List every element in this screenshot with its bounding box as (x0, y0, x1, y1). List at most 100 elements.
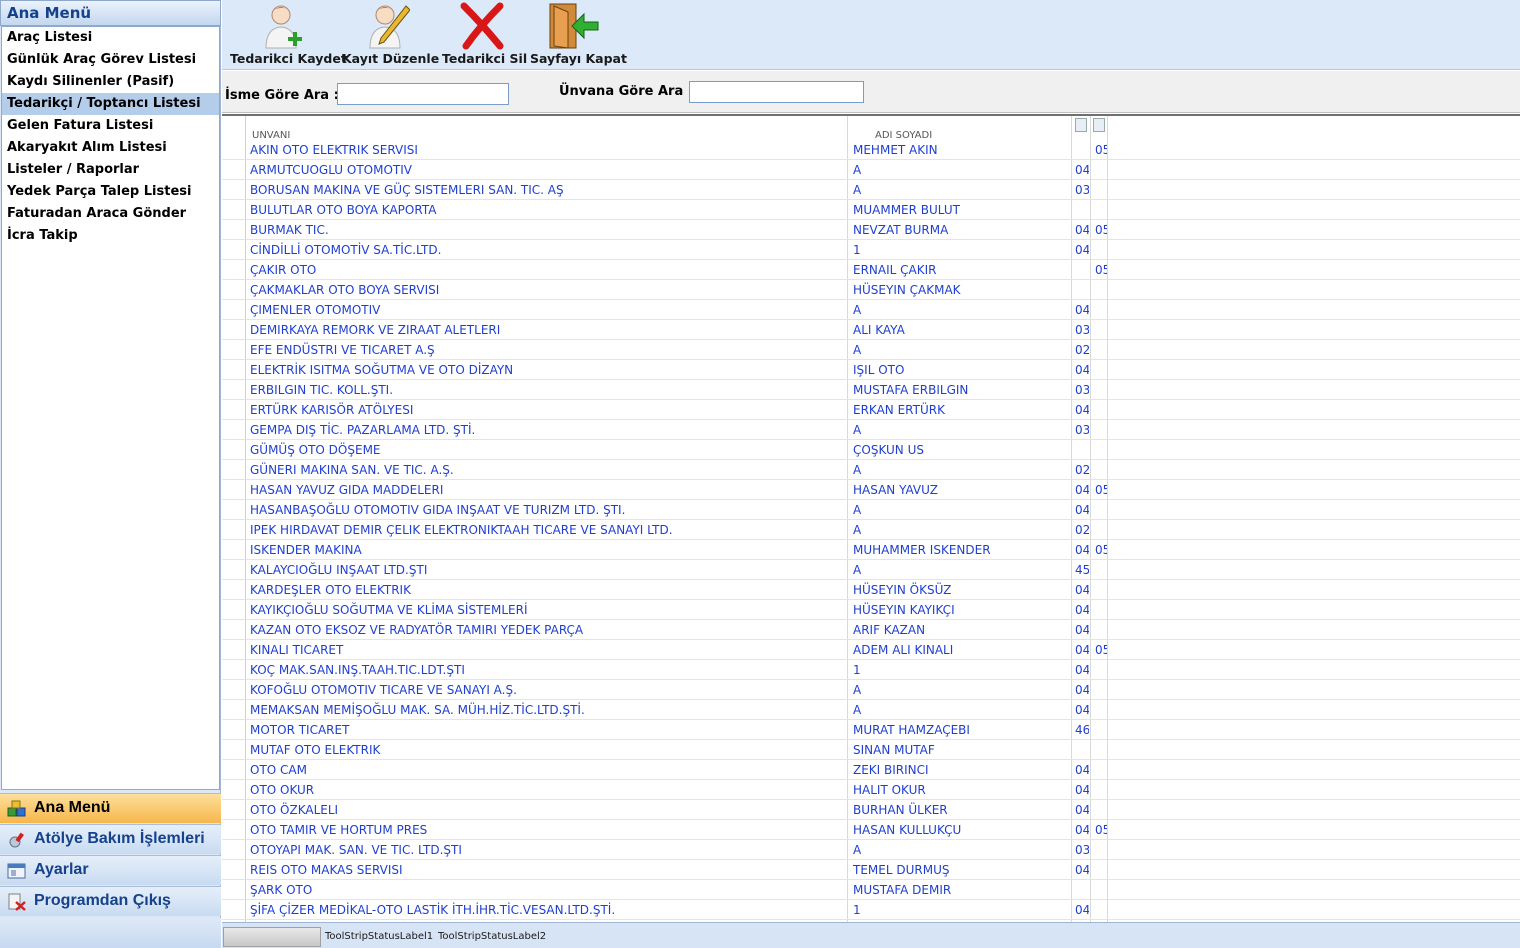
cell-adi-soyadi[interactable]: ERKAN ERTÜRK (853, 400, 1070, 420)
cell-unvani[interactable]: OTO ÖZKALELI (250, 800, 845, 820)
cell-phone-1[interactable] (1075, 280, 1089, 300)
table-row[interactable]: REIS OTO MAKAS SERVISI TEMEL DURMUŞ 04 (222, 860, 1520, 880)
cell-phone-2[interactable] (1095, 500, 1107, 520)
cell-unvani[interactable]: BURMAK TIC. (250, 220, 845, 240)
cell-phone-2[interactable] (1095, 180, 1107, 200)
cell-unvani[interactable]: IPEK HIRDAVAT DEMIR ÇELIK ELEKTRONIKTAAH… (250, 520, 845, 540)
cell-unvani[interactable]: OTO OKUR (250, 780, 845, 800)
cell-phone-2[interactable] (1095, 360, 1107, 380)
menu-item-tedarikci-listesi[interactable]: Tedarikçi / Toptancı Listesi (2, 93, 219, 115)
cell-adi-soyadi[interactable]: ERNAIL ÇAKIR (853, 260, 1070, 280)
cell-adi-soyadi[interactable]: A (853, 180, 1070, 200)
cell-phone-1[interactable]: 04 (1075, 900, 1089, 920)
cell-phone-1[interactable]: 03 (1075, 320, 1089, 340)
cell-adi-soyadi[interactable]: HALIT OKUR (853, 780, 1070, 800)
cell-phone-2[interactable] (1095, 740, 1107, 760)
cell-unvani[interactable]: BORUSAN MAKINA VE GÜÇ SISTEMLERI SAN. TI… (250, 180, 845, 200)
cell-phone-2[interactable]: 05 (1095, 220, 1107, 240)
cell-phone-2[interactable] (1095, 560, 1107, 580)
cell-phone-2[interactable]: 05 (1095, 260, 1107, 280)
sayfayi-kapat-button[interactable]: Sayfayı Kapat (530, 0, 627, 70)
cell-phone-1[interactable]: 04 (1075, 640, 1089, 660)
cell-unvani[interactable]: GÜMÜŞ OTO DÖŞEME (250, 440, 845, 460)
cell-phone-1[interactable]: 02 (1075, 460, 1089, 480)
cell-phone-2[interactable] (1095, 580, 1107, 600)
cell-adi-soyadi[interactable]: A (853, 300, 1070, 320)
table-row[interactable]: BORUSAN MAKINA VE GÜÇ SISTEMLERI SAN. TI… (222, 180, 1520, 200)
cell-adi-soyadi[interactable]: NEVZAT BURMA (853, 220, 1070, 240)
cell-phone-1[interactable] (1075, 140, 1089, 160)
cell-phone-2[interactable] (1095, 420, 1107, 440)
cell-phone-2[interactable]: 05 (1095, 540, 1107, 560)
table-row[interactable]: HASANBAŞOĞLU OTOMOTIV GIDA INŞAAT VE TUR… (222, 500, 1520, 520)
cell-unvani[interactable]: KAZAN OTO EKSOZ VE RADYATÖR TAMIRI YEDEK… (250, 620, 845, 640)
cell-adi-soyadi[interactable]: SINAN MUTAF (853, 740, 1070, 760)
cell-adi-soyadi[interactable]: ZEKI BIRINCI (853, 760, 1070, 780)
cell-phone-1[interactable]: 04 (1075, 620, 1089, 640)
cell-phone-2[interactable] (1095, 840, 1107, 860)
cell-phone-2[interactable]: 05 (1095, 820, 1107, 840)
cell-adi-soyadi[interactable]: A (853, 460, 1070, 480)
menu-item-arac-listesi[interactable]: Araç Listesi (2, 27, 219, 49)
menu-item-yedek-parca[interactable]: Yedek Parça Talep Listesi (2, 181, 219, 203)
cell-phone-1[interactable]: 04 (1075, 400, 1089, 420)
menu-item-faturadan-araca[interactable]: Faturadan Araca Gönder (2, 203, 219, 225)
cell-unvani[interactable]: OTOYAPI MAK. SAN. VE TIC. LTD.ŞTI (250, 840, 845, 860)
menu-item-akaryakit[interactable]: Akaryakıt Alım Listesi (2, 137, 219, 159)
cell-unvani[interactable]: ARMUTCUOGLU OTOMOTIV (250, 160, 845, 180)
table-row[interactable]: ŞİFA ÇİZER MEDİKAL-OTO LASTİK İTH.İHR.Tİ… (222, 900, 1520, 920)
cell-phone-1[interactable]: 04 (1075, 240, 1089, 260)
cell-unvani[interactable]: HASAN YAVUZ GIDA MADDELERI (250, 480, 845, 500)
cell-phone-2[interactable] (1095, 380, 1107, 400)
table-row[interactable]: OTO ÖZKALELI BURHAN ÜLKER 04 (222, 800, 1520, 820)
cell-adi-soyadi[interactable]: BURHAN ÜLKER (853, 800, 1070, 820)
cell-phone-1[interactable]: 04 (1075, 300, 1089, 320)
cell-unvani[interactable]: KARDEŞLER OTO ELEKTRIK (250, 580, 845, 600)
cell-adi-soyadi[interactable]: MURAT HAMZAÇEBI (853, 720, 1070, 740)
cell-unvani[interactable]: OTO TAMIR VE HORTUM PRES (250, 820, 845, 840)
cell-phone-1[interactable]: 03 (1075, 840, 1089, 860)
cell-phone-2[interactable] (1095, 620, 1107, 640)
cell-phone-2[interactable] (1095, 200, 1107, 220)
cell-unvani[interactable]: KINALI TICARET (250, 640, 845, 660)
cell-phone-1[interactable]: 03 (1075, 420, 1089, 440)
cell-adi-soyadi[interactable]: 1 (853, 900, 1070, 920)
cell-phone-2[interactable] (1095, 300, 1107, 320)
table-row[interactable]: KALAYCIOĞLU INŞAAT LTD.ŞTI A 45 (222, 560, 1520, 580)
menu-item-kaydi-silinenler[interactable]: Kaydı Silinenler (Pasif) (2, 71, 219, 93)
cell-adi-soyadi[interactable]: ÇOŞKUN US (853, 440, 1070, 460)
menu-item-gunluk-arac-gorev[interactable]: Günlük Araç Görev Listesi (2, 49, 219, 71)
cell-phone-2[interactable] (1095, 900, 1107, 920)
cell-unvani[interactable]: ISKENDER MAKINA (250, 540, 845, 560)
cell-phone-1[interactable]: 04 (1075, 700, 1089, 720)
cell-phone-1[interactable]: 04 (1075, 160, 1089, 180)
cell-unvani[interactable]: CİNDİLLİ OTOMOTİV SA.TİC.LTD. (250, 240, 845, 260)
cell-phone-1[interactable]: 02 (1075, 340, 1089, 360)
table-row[interactable]: KAZAN OTO EKSOZ VE RADYATÖR TAMIRI YEDEK… (222, 620, 1520, 640)
cell-unvani[interactable]: ERBILGIN TIC. KOLL.ŞTI. (250, 380, 845, 400)
cell-phone-1[interactable]: 04 (1075, 660, 1089, 680)
cell-adi-soyadi[interactable]: MEHMET AKIN (853, 140, 1070, 160)
cell-adi-soyadi[interactable]: MUSTAFA ERBILGIN (853, 380, 1070, 400)
section-ayarlar[interactable]: Ayarlar (0, 855, 221, 885)
cell-unvani[interactable]: MEMAKSAN MEMİŞOĞLU MAK. SA. MÜH.HİZ.TİC.… (250, 700, 845, 720)
table-row[interactable]: ÇAKIR OTO ERNAIL ÇAKIR 05 (222, 260, 1520, 280)
cell-phone-2[interactable] (1095, 520, 1107, 540)
column-header-adi-soyadi[interactable]: ADI SOYADI (875, 130, 932, 138)
cell-unvani[interactable]: ELEKTRİK ISITMA SOĞUTMA VE OTO DİZAYN (250, 360, 845, 380)
cell-unvani[interactable]: DEMIRKAYA REMORK VE ZIRAAT ALETLERI (250, 320, 845, 340)
cell-adi-soyadi[interactable]: MUHAMMER ISKENDER (853, 540, 1070, 560)
table-row[interactable]: GÜMÜŞ OTO DÖŞEME ÇOŞKUN US (222, 440, 1520, 460)
cell-adi-soyadi[interactable]: 1 (853, 240, 1070, 260)
cell-phone-1[interactable] (1075, 260, 1089, 280)
table-row[interactable]: BULUTLAR OTO BOYA KAPORTA MUAMMER BULUT (222, 200, 1520, 220)
table-row[interactable]: IPEK HIRDAVAT DEMIR ÇELIK ELEKTRONIKTAAH… (222, 520, 1520, 540)
cell-adi-soyadi[interactable]: A (853, 420, 1070, 440)
table-row[interactable]: KARDEŞLER OTO ELEKTRIK HÜSEYIN ÖKSÜZ 04 (222, 580, 1520, 600)
cell-adi-soyadi[interactable]: HÜSEYIN ÇAKMAK (853, 280, 1070, 300)
cell-phone-1[interactable]: 03 (1075, 180, 1089, 200)
cell-unvani[interactable]: ERTÜRK KARISÖR ATÖLYESI (250, 400, 845, 420)
cell-unvani[interactable]: AKIN OTO ELEKTRIK SERVISI (250, 140, 845, 160)
cell-unvani[interactable]: ÇAKMAKLAR OTO BOYA SERVISI (250, 280, 845, 300)
cell-phone-2[interactable] (1095, 760, 1107, 780)
